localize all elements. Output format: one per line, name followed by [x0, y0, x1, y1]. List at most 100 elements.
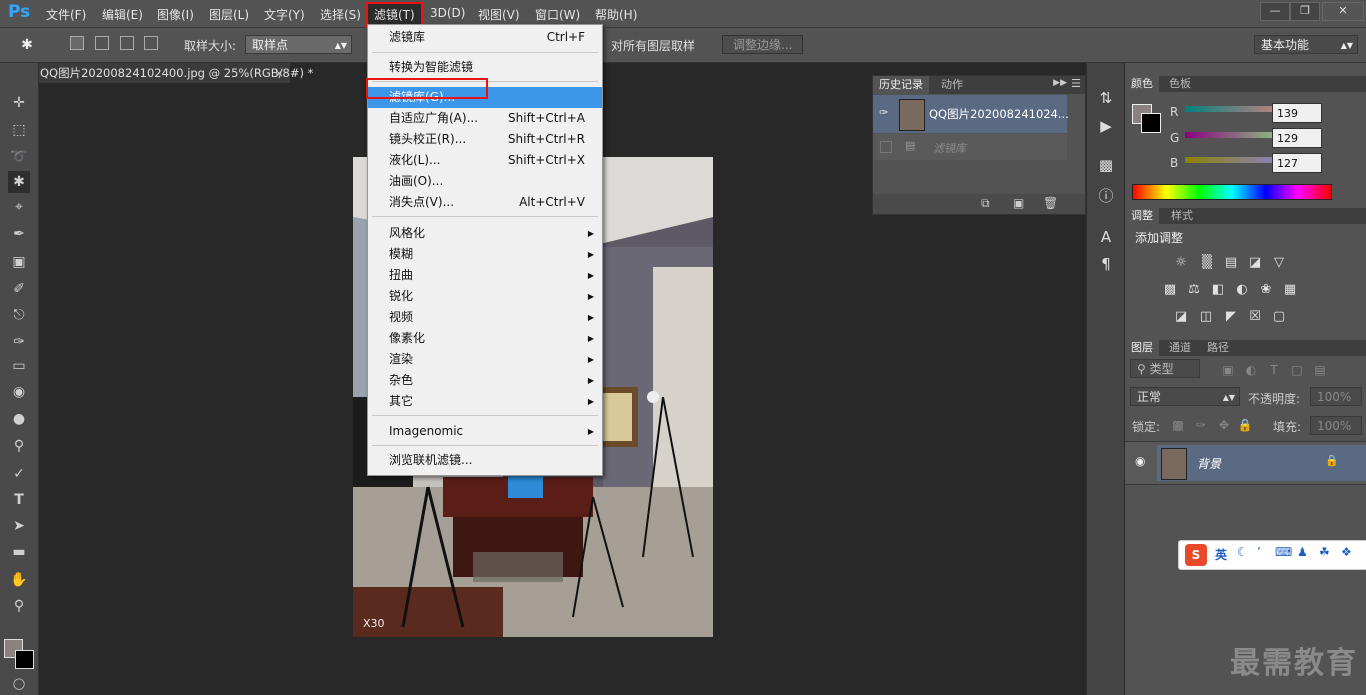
tab-paths[interactable]: 路径 [1201, 340, 1235, 356]
tab-adjustments[interactable]: 调整 [1125, 208, 1159, 224]
photo-filter-icon[interactable]: ◐ [1234, 283, 1250, 297]
b-value-input[interactable]: 127 [1272, 153, 1322, 173]
crop-tool-icon[interactable]: ⌖ [8, 196, 30, 218]
menu-item-noise[interactable]: 杂色 ▶ [368, 370, 602, 391]
quick-mask-icon[interactable]: ◯ [8, 673, 30, 695]
history-brush-source-icon[interactable]: ✑ [879, 106, 888, 119]
layer-name[interactable]: 背景 [1197, 455, 1221, 472]
layer-row-background[interactable]: ◉ 背景 🔒 [1125, 441, 1366, 485]
tab-history[interactable]: 历史记录 [873, 76, 929, 94]
dodge-tool-icon[interactable]: ⚲ [8, 435, 30, 457]
menu-item-liquify[interactable]: 液化(L)... Shift+Ctrl+X [368, 150, 602, 171]
sample-all-layers-label[interactable]: 对所有图层取样 [611, 37, 695, 54]
lock-all-icon[interactable]: 🔒 [1237, 418, 1253, 434]
brightness-icon[interactable]: ☼ [1173, 256, 1189, 270]
menu-file[interactable]: 文件(F) [46, 6, 86, 23]
posterize-icon[interactable]: ◫ [1198, 310, 1214, 324]
history-step-row[interactable]: ▤ 滤镜库 [873, 134, 1067, 160]
r-value-input[interactable]: 139 [1272, 103, 1322, 123]
menu-select[interactable]: 选择(S) [320, 6, 361, 23]
hand-tool-icon[interactable]: ✋ [8, 569, 30, 591]
zoom-tool-icon[interactable]: ⚲ [8, 595, 30, 617]
blend-mode-select[interactable]: 正常 ▲▼ [1130, 387, 1240, 406]
skin-shirt-icon[interactable]: ☘ [1319, 545, 1330, 559]
subtract-from-selection-icon[interactable] [120, 36, 134, 50]
menu-item-convert-smart-filters[interactable]: 转换为智能滤镜 [368, 57, 602, 78]
adjustment-layer-filter-icon[interactable]: ◐ [1243, 363, 1259, 379]
menu-item-browse-filters-online[interactable]: 浏览联机滤镜... [368, 450, 602, 471]
clone-stamp-icon[interactable]: ⎋ [8, 304, 30, 326]
history-snapshot-row[interactable]: ✑ QQ图片202008241024... [873, 95, 1069, 133]
menu-item-video[interactable]: 视频 ▶ [368, 307, 602, 328]
menu-item-sharpen[interactable]: 锐化 ▶ [368, 286, 602, 307]
color-balance-icon[interactable]: ⚖ [1186, 283, 1202, 297]
eyedropper-tool-icon[interactable]: ✒ [8, 223, 30, 245]
levels-icon[interactable]: ▒ [1199, 256, 1215, 270]
layer-filter-kind-select[interactable]: ⚲ 类型 [1130, 359, 1200, 378]
menu-edit[interactable]: 编辑(E) [102, 6, 143, 23]
new-document-from-state-icon[interactable]: ⧉ [981, 196, 990, 211]
document-tab[interactable]: QQ图片20200824102400.jpg @ 25%(RGB/8#) * × [38, 63, 313, 83]
curves-icon[interactable]: ▤ [1223, 256, 1239, 270]
moon-icon[interactable]: ☾ [1237, 545, 1248, 559]
path-selection-icon[interactable]: ➤ [8, 515, 30, 537]
selective-color-icon[interactable]: ☒ [1247, 310, 1263, 324]
menu-window[interactable]: 窗口(W) [535, 6, 580, 23]
hue-saturation-icon[interactable]: ▩ [1162, 283, 1178, 297]
pen-tool-icon[interactable]: ✓ [8, 463, 30, 485]
vibrance-icon[interactable]: ▽ [1271, 256, 1287, 270]
brush-tool-icon[interactable]: ✐ [8, 278, 30, 300]
visibility-eye-icon[interactable]: ◉ [1135, 454, 1145, 468]
threshold-icon[interactable]: ◤ [1223, 310, 1239, 324]
background-color-swatch[interactable] [1141, 113, 1161, 133]
close-tab-icon[interactable]: × [274, 63, 284, 83]
menu-item-pixelate[interactable]: 像素化 ▶ [368, 328, 602, 349]
menu-view[interactable]: 视图(V) [478, 6, 520, 23]
trash-icon[interactable]: 🗑 [1043, 196, 1058, 210]
menu-type[interactable]: 文字(Y) [264, 6, 305, 23]
info-icon[interactable]: ⓘ [1095, 185, 1117, 207]
refine-edge-button[interactable]: 调整边缘... [722, 35, 804, 54]
keyboard-icon[interactable]: ⌨ [1275, 545, 1292, 559]
menu-item-render[interactable]: 渲染 ▶ [368, 349, 602, 370]
paint-bucket-icon[interactable]: ◉ [8, 381, 30, 403]
panel-menu-icon[interactable]: ☰ [1071, 77, 1081, 90]
intersect-selection-icon[interactable] [144, 36, 158, 50]
color-spectrum-bar[interactable] [1132, 184, 1332, 200]
lock-position-icon[interactable]: ✥ [1216, 418, 1232, 434]
menu-layer[interactable]: 图层(L) [209, 6, 249, 23]
type-layer-filter-icon[interactable]: T [1266, 363, 1282, 379]
3d-panel-icon[interactable]: ▩ [1095, 154, 1117, 176]
shape-tool-icon[interactable]: ▬ [8, 541, 30, 563]
color-lookup-icon[interactable]: ▦ [1282, 283, 1298, 297]
exposure-icon[interactable]: ◪ [1247, 256, 1263, 270]
close-button[interactable]: ✕ [1322, 2, 1364, 21]
tab-swatches[interactable]: 色板 [1163, 76, 1197, 92]
menu-help[interactable]: 帮助(H) [595, 6, 637, 23]
menu-item-blur[interactable]: 模糊 ▶ [368, 244, 602, 265]
menu-item-oil-paint[interactable]: 油画(O)... [368, 171, 602, 192]
pixel-layer-filter-icon[interactable]: ▣ [1220, 363, 1236, 379]
snapshot-camera-icon[interactable]: ▣ [1013, 196, 1024, 210]
character-panel-icon[interactable]: A [1095, 226, 1117, 248]
channel-mixer-icon[interactable]: ❀ [1258, 283, 1274, 297]
restore-button[interactable]: ❐ [1290, 2, 1320, 21]
shape-layer-filter-icon[interactable]: □ [1289, 363, 1305, 379]
ime-mode-label[interactable]: 英 [1215, 546, 1227, 563]
invert-icon[interactable]: ◪ [1173, 310, 1189, 324]
lock-pixels-icon[interactable]: ✑ [1193, 418, 1209, 434]
menu-item-adaptive-wide-angle[interactable]: 自适应广角(A)... Shift+Ctrl+A [368, 108, 602, 129]
lasso-tool-icon[interactable]: ➰ [8, 146, 30, 168]
sogou-logo-icon[interactable]: S [1185, 544, 1207, 566]
history-checkbox[interactable] [880, 141, 892, 153]
smart-object-filter-icon[interactable]: ▤ [1312, 363, 1328, 379]
menu-item-imagenomic[interactable]: Imagenomic ▶ [368, 421, 602, 442]
menu-item-lens-correction[interactable]: 镜头校正(R)... Shift+Ctrl+R [368, 129, 602, 150]
g-value-input[interactable]: 129 [1272, 128, 1322, 148]
sample-size-select[interactable]: 取样点 ▲▼ [245, 35, 352, 54]
menu-item-stylize[interactable]: 风格化 ▶ [368, 223, 602, 244]
tab-styles[interactable]: 样式 [1165, 208, 1199, 224]
punctuation-icon[interactable]: ’ [1257, 545, 1261, 559]
workspace-select[interactable]: 基本功能 ▲▼ [1254, 35, 1358, 54]
fill-input[interactable]: 100% [1310, 416, 1362, 435]
